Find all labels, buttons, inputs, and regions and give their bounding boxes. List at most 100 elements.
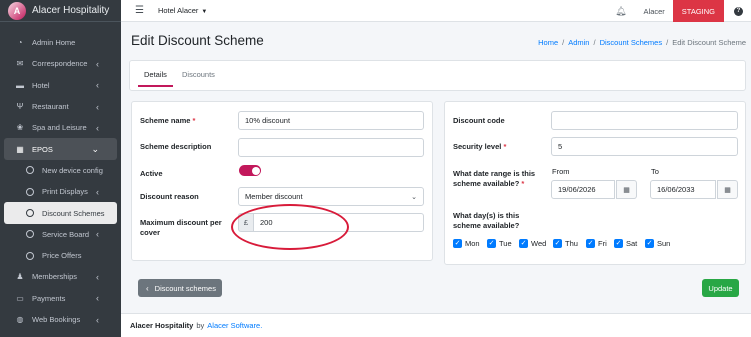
breadcrumb-separator: / [593, 38, 596, 47]
breadcrumb-admin[interactable]: Admin [568, 38, 589, 47]
chevron-left-icon: ‹ [96, 101, 99, 112]
breadcrumb: Home / Admin / Discount Schemes / Edit Discoun… [538, 38, 746, 47]
bed-icon: ▬ [16, 80, 24, 90]
day-checkbox-sun[interactable]: ✓ Sun [645, 239, 670, 248]
day-checkbox-thu[interactable]: ✓ Thu [553, 239, 578, 248]
circle-icon [24, 209, 36, 218]
day-label: Wed [531, 239, 547, 248]
sidebar-item-memberships[interactable]: ♟ Memberships ‹ [4, 266, 117, 287]
sidebar-nav: ◔ Admin Home ✉ Correspondence ‹ ▬ Hotel … [0, 22, 121, 330]
chevron-left-icon: ‹ [146, 283, 149, 293]
globe-icon: ◍ [16, 315, 24, 324]
sidebar-item-epos[interactable]: ▦ EPOS ⌄ [4, 138, 117, 160]
checkbox-checked-icon: ✓ [519, 239, 528, 248]
sidebar-item-label: EPOS [32, 144, 53, 154]
discount-reason-label: Discount reason [140, 192, 199, 201]
breadcrumb-home[interactable]: Home [538, 38, 558, 47]
day-checkbox-tue[interactable]: ✓ Tue [487, 239, 512, 248]
sidebar: A Alacer Hospitality ◔ Admin Home ✉ Corr… [0, 0, 121, 337]
spa-icon: ❀ [16, 123, 24, 133]
scheme-name-label: Scheme name * [140, 116, 196, 125]
update-button[interactable]: Update [702, 279, 739, 297]
credit-card-icon: ▭ [16, 293, 24, 303]
day-label: Fri [598, 239, 607, 248]
chevron-left-icon: ‹ [96, 229, 99, 240]
gauge-icon: ◔ [17, 38, 23, 48]
sidebar-item-label: Correspondence [32, 59, 88, 69]
sidebar-item-label: Web Bookings [32, 315, 81, 324]
sidebar-item-label: New device config [42, 165, 103, 175]
chevron-left-icon: ‹ [96, 186, 99, 197]
sidebar-item-label: Restaurant [32, 102, 69, 112]
sidebar-item-hotel[interactable]: ▬ Hotel ‹ [4, 75, 117, 96]
hamburger-menu-icon[interactable]: ☰ [135, 5, 144, 16]
hotel-selector[interactable]: Hotel Alacer ▼ [158, 6, 207, 15]
circle-icon [24, 251, 36, 260]
sidebar-item-label: Print Displays [42, 187, 88, 197]
sidebar-item-label: Spa and Leisure [32, 123, 87, 133]
sidebar-item-label: Service Board [42, 229, 90, 239]
caret-down-icon: ▼ [201, 9, 208, 15]
sidebar-item-payments[interactable]: ▭ Payments ‹ [4, 288, 117, 309]
day-checkbox-sat[interactable]: ✓ Sat [614, 239, 637, 248]
security-level-input[interactable]: 5 [551, 137, 738, 156]
back-button-label: Discount schemes [154, 283, 216, 293]
discount-code-input[interactable] [551, 111, 738, 130]
envelope-icon: ✉ [16, 59, 24, 69]
circle-icon [24, 230, 36, 239]
breadcrumb-separator: / [666, 38, 669, 47]
scheme-name-input[interactable]: 10% discount [238, 111, 424, 130]
active-toggle[interactable] [239, 165, 261, 176]
user-name[interactable]: Alacer [644, 7, 665, 16]
utensils-icon: Ψ [16, 102, 24, 112]
discount-reason-select[interactable]: Member discount ⌄ [238, 187, 424, 206]
scheme-description-input[interactable] [238, 138, 424, 157]
chevron-left-icon: ‹ [96, 293, 99, 304]
help-icon[interactable]: ? [734, 6, 743, 16]
cash-register-icon: ▦ [16, 144, 24, 154]
day-label: Mon [465, 239, 480, 248]
tab-details[interactable]: Details [138, 70, 173, 87]
sidebar-item-label: Memberships [32, 272, 78, 282]
tabs-card: Details Discounts [129, 60, 746, 91]
sidebar-item-label: Admin Home [32, 38, 76, 48]
calendar-icon[interactable]: ▦ [717, 180, 738, 199]
checkbox-checked-icon: ✓ [453, 239, 462, 248]
sidebar-item-restaurant[interactable]: Ψ Restaurant ‹ [4, 96, 117, 117]
day-checkbox-wed[interactable]: ✓ Wed [519, 239, 546, 248]
to-date-input[interactable]: 16/06/2033 [650, 180, 716, 199]
breadcrumb-current: Edit Discount Scheme [672, 38, 746, 47]
discount-schemes-back-button[interactable]: ‹ Discount schemes [138, 279, 222, 297]
checkbox-checked-icon: ✓ [586, 239, 595, 248]
checkbox-checked-icon: ✓ [614, 239, 623, 248]
sidebar-item-web-bookings[interactable]: ◍ Web Bookings ‹ [4, 309, 117, 330]
calendar-icon[interactable]: ▦ [616, 180, 637, 199]
details-card-right: Discount code Security level * 5 What da… [444, 101, 746, 265]
sidebar-item-correspondence[interactable]: ✉ Correspondence ‹ [4, 53, 117, 74]
sidebar-item-service-board[interactable]: Service Board ‹ [4, 224, 117, 245]
footer-vendor-link[interactable]: Alacer Software. [207, 321, 262, 330]
breadcrumb-discount-schemes[interactable]: Discount Schemes [600, 38, 663, 47]
chevron-down-icon: ⌄ [91, 143, 99, 154]
tab-discounts[interactable]: Discounts [182, 70, 215, 79]
sidebar-item-admin-home[interactable]: ◔ Admin Home [4, 32, 117, 53]
sidebar-item-label: Discount Schemes [42, 208, 105, 218]
from-date-input[interactable]: 19/06/2026 [551, 180, 615, 199]
day-label: Sun [657, 239, 671, 248]
annotation-ellipse [231, 204, 349, 250]
footer-by: by [196, 321, 205, 330]
sidebar-item-spa-and-leisure[interactable]: ❀ Spa and Leisure ‹ [4, 117, 117, 138]
bell-icon[interactable]: 🔔︎ [615, 6, 626, 17]
sidebar-item-price-offers[interactable]: Price Offers [4, 245, 117, 266]
day-checkbox-mon[interactable]: ✓ Mon [453, 239, 480, 248]
footer: Alacer Hospitality by Alacer Software. [121, 313, 751, 337]
sidebar-item-label: Payments [32, 293, 66, 303]
sidebar-item-discount-schemes[interactable]: Discount Schemes [4, 202, 117, 224]
circle-icon [24, 187, 36, 196]
brand[interactable]: A Alacer Hospitality [0, 0, 121, 22]
checkbox-checked-icon: ✓ [487, 239, 496, 248]
day-label: Tue [499, 239, 512, 248]
sidebar-item-print-displays[interactable]: Print Displays ‹ [4, 181, 117, 202]
sidebar-item-new-device-config[interactable]: New device config [4, 160, 117, 181]
day-checkbox-fri[interactable]: ✓ Fri [586, 239, 607, 248]
